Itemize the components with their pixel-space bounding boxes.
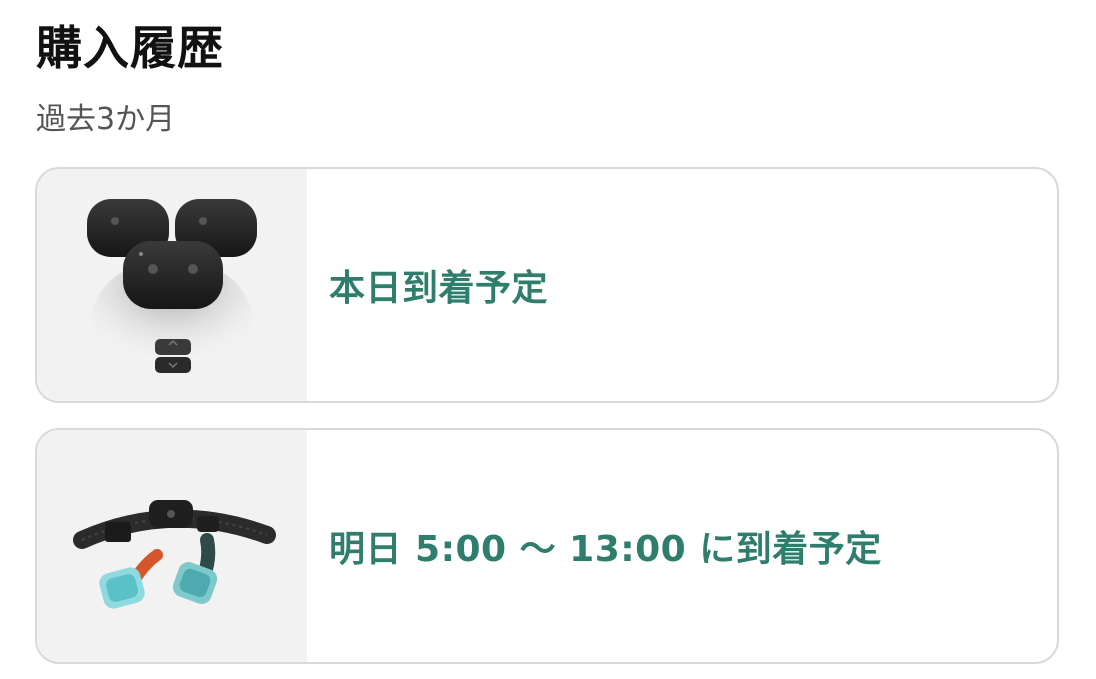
belt-tracker-product-image — [73, 500, 276, 609]
product-thumbnail — [37, 169, 307, 401]
period-filter-label: 過去3か月 — [36, 102, 176, 137]
vive-tracker-product-image — [87, 199, 257, 379]
order-card[interactable]: 明日 5:00 〜 13:00 に到着予定 — [35, 428, 1059, 664]
page-title: 購入履歴 — [36, 21, 224, 75]
delivery-status: 本日到着予定 — [329, 268, 549, 309]
delivery-status: 明日 5:00 〜 13:00 に到着予定 — [329, 529, 882, 570]
purchase-history-page: 購入履歴 過去3か月 本日到着予定 明日 5:00 〜 13:00 に到着予定 — [0, 0, 1096, 679]
order-card[interactable]: 本日到着予定 — [35, 167, 1059, 403]
product-thumbnail — [37, 430, 307, 662]
